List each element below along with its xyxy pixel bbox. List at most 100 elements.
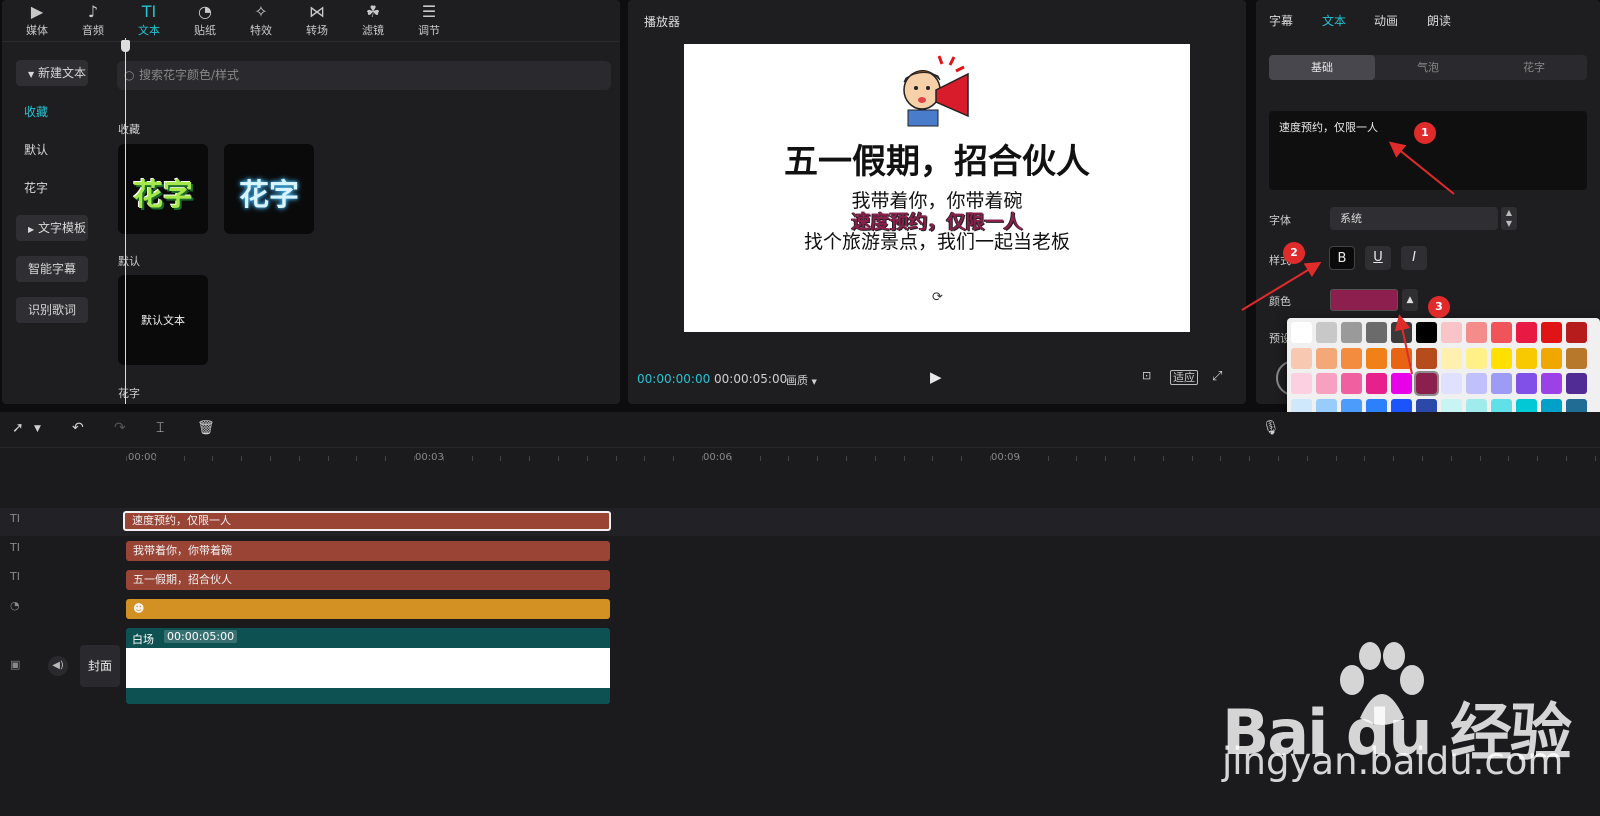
quality-dropdown[interactable]: 画质 ▼ xyxy=(786,372,817,388)
timeline-clip-sticker[interactable]: ☻ xyxy=(126,599,610,619)
sidebar-text-template[interactable]: ▶ 文字模板 xyxy=(16,215,88,241)
speaker-icon[interactable]: ◀) xyxy=(48,656,68,676)
palette-swatch[interactable] xyxy=(1316,373,1337,394)
palette-swatch[interactable] xyxy=(1516,347,1537,369)
palette-swatch[interactable] xyxy=(1291,322,1312,343)
palette-swatch[interactable] xyxy=(1416,347,1437,369)
palette-swatch[interactable] xyxy=(1541,373,1562,394)
search-input[interactable]: ○ 搜索花字颜色/样式 xyxy=(117,61,611,90)
delete-icon[interactable]: 🗑 xyxy=(197,420,215,436)
canvas-line-3[interactable]: 找个旅游景点，我们一起当老板 xyxy=(684,227,1190,254)
palette-swatch[interactable] xyxy=(1541,347,1562,369)
palette-swatch[interactable] xyxy=(1341,347,1362,369)
palette-swatch[interactable] xyxy=(1566,322,1587,343)
sidebar-lyrics[interactable]: 识别歌词 xyxy=(16,297,88,323)
fullscreen-icon[interactable]: ⤢ xyxy=(1212,369,1222,384)
palette-swatch[interactable] xyxy=(1291,347,1312,369)
palette-swatch[interactable] xyxy=(1516,322,1537,343)
nav-filter[interactable]: ☘ 滤镜 xyxy=(346,0,400,42)
italic-button[interactable]: I xyxy=(1401,246,1427,270)
palette-swatch[interactable] xyxy=(1341,373,1362,394)
ruler-tick xyxy=(1162,456,1164,461)
palette-swatch[interactable] xyxy=(1516,373,1537,394)
palette-swatch[interactable] xyxy=(1341,322,1362,343)
select-cursor-icon[interactable]: ➚ xyxy=(12,420,24,436)
cover-button[interactable]: 封面 xyxy=(80,645,120,687)
font-dropdown[interactable]: 系统 xyxy=(1330,207,1498,230)
timeline-clip-text-2[interactable]: 我带着你，你带着碗 xyxy=(126,541,610,561)
underline-button[interactable]: U xyxy=(1365,246,1391,270)
palette-swatch[interactable] xyxy=(1541,322,1562,343)
palette-swatch[interactable] xyxy=(1466,373,1487,394)
tab-animation[interactable]: 动画 xyxy=(1374,12,1398,29)
undo-icon[interactable]: ↶ xyxy=(72,420,84,436)
redo-icon[interactable]: ↷ xyxy=(114,420,126,436)
sidebar-new-text[interactable]: ▼ 新建文本 xyxy=(16,60,88,86)
fancy-thumb-green[interactable]: 花字 xyxy=(118,144,208,234)
font-spinner[interactable]: ▲ ▼ xyxy=(1501,207,1517,230)
text-track-icon: TI xyxy=(10,512,20,525)
palette-swatch[interactable] xyxy=(1566,347,1587,369)
palette-swatch[interactable] xyxy=(1391,373,1412,394)
rotate-handle-icon[interactable]: ⟳ xyxy=(932,290,943,305)
ruler-tick xyxy=(1566,456,1567,461)
playhead-line[interactable] xyxy=(125,38,126,404)
sidebar-smart-caption[interactable]: 智能字幕 xyxy=(16,256,88,282)
palette-swatch[interactable] xyxy=(1466,322,1487,343)
nav-text[interactable]: TI 文本 xyxy=(122,0,176,42)
palette-swatch[interactable] xyxy=(1441,347,1462,369)
palette-swatch[interactable] xyxy=(1441,322,1462,343)
chevron-down-icon: ▼ xyxy=(1505,219,1513,228)
megaphone-mascot-sticker[interactable] xyxy=(892,50,984,128)
palette-swatch[interactable] xyxy=(1391,347,1412,369)
bold-button[interactable]: B xyxy=(1329,246,1355,270)
default-text-thumb[interactable]: 默认文本 xyxy=(118,275,208,365)
split-icon[interactable]: ⌶ xyxy=(156,420,164,436)
palette-swatch[interactable] xyxy=(1366,347,1387,369)
fancy-thumb-blue[interactable]: 花字 xyxy=(224,144,314,234)
timeline-clip-video[interactable]: 白场 00:00:05:00 xyxy=(126,628,610,704)
preview-canvas[interactable]: 五一假期，招合伙人 我带着你，你带着碗 速度预约，仅限一人 找个旅游景点，我们一… xyxy=(684,44,1190,332)
tab-read-aloud[interactable]: 朗读 xyxy=(1427,12,1451,29)
fit-button[interactable]: 适应 xyxy=(1170,369,1198,385)
palette-swatch[interactable] xyxy=(1316,322,1337,343)
chevron-down-icon[interactable]: ▼ xyxy=(34,424,41,434)
time-ruler[interactable]: 00:00 00:03 00:06 00:09 xyxy=(120,448,1600,470)
canvas-title-text[interactable]: 五一假期，招合伙人 xyxy=(684,134,1190,183)
subtab-fancy[interactable]: 花字 xyxy=(1481,55,1587,80)
nav-audio[interactable]: ♪ 音频 xyxy=(66,0,120,42)
palette-swatch[interactable] xyxy=(1316,347,1337,369)
timeline-clip-text-3[interactable]: 五一假期，招合伙人 xyxy=(126,570,610,590)
sidebar-fancy[interactable]: 花字 xyxy=(16,175,48,201)
subtab-basic[interactable]: 基础 xyxy=(1269,55,1375,80)
sidebar-favorites[interactable]: 收藏 xyxy=(16,99,48,125)
sidebar-default[interactable]: 默认 xyxy=(16,137,48,163)
palette-swatch[interactable] xyxy=(1491,373,1512,394)
play-icon[interactable]: ▶ xyxy=(930,368,942,386)
palette-swatch[interactable] xyxy=(1366,373,1387,394)
tab-text[interactable]: 文本 xyxy=(1322,12,1346,29)
subtab-bubble[interactable]: 气泡 xyxy=(1375,55,1481,80)
palette-swatch[interactable] xyxy=(1391,322,1412,343)
nav-sticker[interactable]: ◔ 贴纸 xyxy=(178,0,232,42)
palette-swatch[interactable] xyxy=(1566,373,1587,394)
nav-transition[interactable]: ⋈ 转场 xyxy=(290,0,344,42)
palette-swatch[interactable] xyxy=(1491,322,1512,343)
timeline-clip-text-1[interactable]: 速度预约，仅限一人 xyxy=(123,511,611,531)
color-picker-swatch[interactable] xyxy=(1330,289,1398,311)
palette-swatch[interactable] xyxy=(1441,373,1462,394)
palette-swatch[interactable] xyxy=(1366,322,1387,343)
nav-media[interactable]: ▶ 媒体 xyxy=(10,0,64,42)
palette-swatch-selected[interactable] xyxy=(1414,371,1439,396)
playhead-handle[interactable] xyxy=(121,40,130,52)
tab-subtitle[interactable]: 字幕 xyxy=(1269,12,1293,29)
nav-adjust[interactable]: ☰ 调节 xyxy=(402,0,456,42)
waveform-icon[interactable]: ⊡ xyxy=(1142,369,1151,382)
palette-swatch[interactable] xyxy=(1291,373,1312,394)
nav-effects[interactable]: ✧ 特效 xyxy=(234,0,288,42)
palette-swatch[interactable] xyxy=(1466,347,1487,369)
palette-swatch[interactable] xyxy=(1416,322,1437,343)
chevron-up-icon[interactable]: ▲ xyxy=(1402,289,1418,311)
microphone-icon[interactable]: 🎙 xyxy=(1262,420,1280,436)
palette-swatch[interactable] xyxy=(1491,347,1512,369)
